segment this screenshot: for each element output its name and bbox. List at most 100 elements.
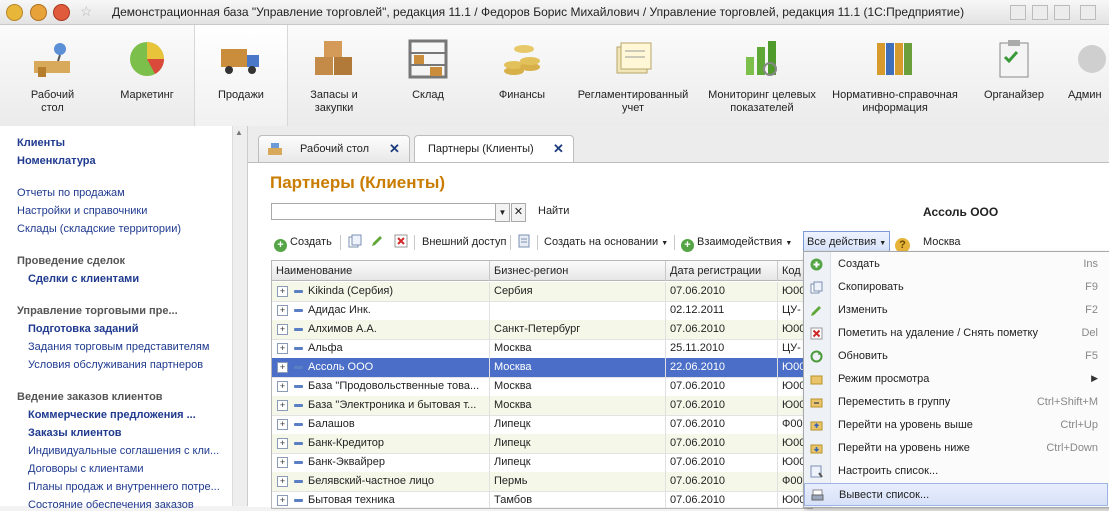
all-actions-button[interactable]: Все действия ▼ — [803, 231, 891, 253]
close-icon[interactable]: ✕ — [389, 141, 400, 157]
table-row[interactable]: + База "Продовольственные това... Москва 07… — [272, 377, 812, 397]
close-icon[interactable]: ✕ — [553, 141, 564, 157]
delete-mark-button[interactable] — [394, 233, 408, 251]
menu-item[interactable]: Изменить F2 — [804, 299, 1108, 322]
form-title: Партнеры (Клиенты) — [270, 173, 446, 192]
menu-item[interactable]: Переместить в группу Ctrl+Shift+M — [804, 391, 1108, 414]
nav-link-commercial-offers[interactable]: Коммерческие предложения ... — [28, 409, 196, 421]
partner-name: База "Продовольственные това... — [308, 380, 480, 392]
expand-icon[interactable]: + — [277, 400, 288, 411]
table-row[interactable]: + Бытовая техника Тамбов 07.06.2010 Ю00 — [272, 491, 812, 508]
search-input[interactable] — [271, 203, 497, 220]
tab-desktop[interactable]: Рабочий стол ✕ — [258, 135, 410, 162]
cell-region: Липецк — [490, 434, 666, 453]
nav-link-prepare-tasks[interactable]: Подготовка заданий — [28, 323, 138, 335]
app-logo-icon[interactable] — [6, 4, 23, 21]
column-header-region[interactable]: Бизнес-регион — [490, 261, 666, 281]
table-row[interactable]: + Белявский-частное лицо Пермь 07.06.2010 Ф0… — [272, 472, 812, 492]
section-admin[interactable]: Админ — [1062, 25, 1109, 126]
nav-link-agreements[interactable]: Индивидуальные соглашения с кли... — [28, 445, 219, 457]
expand-icon[interactable]: + — [277, 305, 288, 316]
cell-name: + Балашов — [272, 415, 490, 434]
expand-icon[interactable]: + — [277, 457, 288, 468]
scroll-up-arrow-icon[interactable]: ▲ — [235, 128, 243, 137]
find-button[interactable]: Найти — [538, 205, 569, 217]
menu-item[interactable]: Создать Ins — [804, 253, 1108, 276]
chevron-down-icon[interactable]: ▼ — [495, 203, 510, 222]
menu-item[interactable]: Обновить F5 — [804, 345, 1108, 368]
nav-link-settings[interactable]: Настройки и справочники — [17, 205, 147, 217]
table-row[interactable]: + Алхимов А.А. Санкт-Петербург 07.06.2010 Ю0… — [272, 320, 812, 340]
save-icon[interactable] — [1010, 5, 1026, 20]
menu-item[interactable]: Пометить на удаление / Снять пометку Del — [804, 322, 1108, 345]
toolbar-icon[interactable] — [1054, 5, 1070, 20]
copy-button[interactable] — [348, 233, 362, 251]
clear-icon[interactable]: ✕ — [511, 203, 526, 222]
favorite-star-icon[interactable]: ☆ — [80, 3, 93, 20]
nav-link-clients[interactable]: Клиенты — [17, 137, 65, 149]
expand-icon[interactable]: + — [277, 438, 288, 449]
section-organizer[interactable]: Органайзер — [974, 25, 1054, 126]
info-icon[interactable] — [1080, 5, 1096, 20]
menu-item[interactable]: Перейти на уровень ниже Ctrl+Down — [804, 437, 1108, 460]
expand-icon[interactable]: + — [277, 381, 288, 392]
expand-icon[interactable]: + — [277, 362, 288, 373]
create-based-on-button[interactable]: Создать на основании ▼ — [544, 233, 668, 251]
section-regulated-accounting[interactable]: Регламентированный учет — [572, 25, 694, 126]
history-icon[interactable] — [53, 4, 70, 21]
nav-link-service-terms[interactable]: Условия обслуживания партнеров — [28, 359, 203, 371]
nav-link-nomenclature[interactable]: Номенклатура — [17, 155, 96, 167]
print-icon[interactable] — [1032, 5, 1048, 20]
nav-link-sales-reports[interactable]: Отчеты по продажам — [17, 187, 125, 199]
help-button[interactable]: ? — [895, 233, 913, 253]
table-row[interactable]: + Банк-Эквайрер Липецк 07.06.2010 Ю00 — [272, 453, 812, 473]
nav-link-rep-tasks[interactable]: Задания торговым представителям — [28, 341, 209, 353]
nav-link-contracts[interactable]: Договоры с клиентами — [28, 463, 143, 475]
expand-icon[interactable]: + — [277, 419, 288, 430]
table-row[interactable]: + Kikinda (Сербия) Сербия 07.06.2010 Ю00 — [272, 282, 812, 302]
nav-link-sales-plans[interactable]: Планы продаж и внутреннего потре... — [28, 481, 220, 493]
menu-item[interactable]: Режим просмотра ▶ — [804, 368, 1108, 391]
column-header-name[interactable]: Наименование — [272, 261, 490, 281]
table-row[interactable]: + Банк-Кредитор Липецк 07.06.2010 Ю00 — [272, 434, 812, 454]
edit-button[interactable] — [370, 233, 384, 251]
tab-partners-clients[interactable]: Партнеры (Клиенты) ✕ — [414, 135, 574, 163]
partners-table[interactable]: Наименование Бизнес-регион Дата регистра… — [271, 260, 813, 509]
table-row[interactable]: + Ассоль ООО Москва 22.06.2010 Ю00 — [272, 358, 812, 378]
section-desktop[interactable]: Рабочий стол — [10, 25, 95, 126]
section-finance[interactable]: Финансы — [484, 25, 560, 126]
section-stock[interactable]: Запасы и закупки — [296, 25, 372, 126]
menu-item[interactable]: Настроить список... — [804, 460, 1108, 483]
table-row[interactable]: + База "Электроника и бытовая т... Москва 0… — [272, 396, 812, 416]
list-icon[interactable] — [518, 233, 530, 251]
interactions-button[interactable]: + Взаимодействия ▼ — [681, 233, 792, 252]
nav-link-deals[interactable]: Сделки с клиентами — [28, 273, 139, 285]
table-row[interactable]: + Альфа Москва 25.11.2010 ЦУ- — [272, 339, 812, 359]
expand-icon[interactable]: + — [277, 476, 288, 487]
section-sales[interactable]: Продажи — [194, 25, 288, 126]
expand-icon[interactable]: + — [277, 343, 288, 354]
expand-icon[interactable]: + — [277, 324, 288, 335]
partner-name: Бытовая техника — [308, 494, 395, 506]
menu-item[interactable]: Перейти на уровень выше Ctrl+Up — [804, 414, 1108, 437]
section-monitoring[interactable]: Мониторинг целевых показателей — [702, 25, 822, 126]
nav-scrollbar[interactable]: ▲ — [232, 126, 247, 506]
nav-link-order-status[interactable]: Состояние обеспечения заказов — [28, 499, 194, 511]
menu-dropdown-icon[interactable] — [30, 4, 47, 21]
section-label: Запасы и закупки — [310, 89, 358, 114]
create-label: Создать — [290, 236, 332, 248]
nav-link-warehouses[interactable]: Склады (складские территории) — [17, 223, 181, 235]
table-row[interactable]: + Адидас Инк. 02.12.2011 ЦУ- — [272, 301, 812, 321]
section-marketing[interactable]: Маркетинг — [108, 25, 186, 126]
external-access-button[interactable]: Внешний доступ — [422, 233, 506, 251]
section-reference-info[interactable]: Нормативно-справочная информация — [826, 25, 964, 126]
menu-item[interactable]: Вывести список... — [804, 483, 1108, 506]
expand-icon[interactable]: + — [277, 495, 288, 506]
create-button[interactable]: + Создать — [274, 233, 332, 252]
menu-item[interactable]: Скопировать F9 — [804, 276, 1108, 299]
section-warehouse[interactable]: Склад — [390, 25, 466, 126]
expand-icon[interactable]: + — [277, 286, 288, 297]
nav-link-client-orders[interactable]: Заказы клиентов — [28, 427, 122, 439]
column-header-date[interactable]: Дата регистрации — [666, 261, 778, 281]
table-row[interactable]: + Балашов Липецк 07.06.2010 Ф00 — [272, 415, 812, 435]
